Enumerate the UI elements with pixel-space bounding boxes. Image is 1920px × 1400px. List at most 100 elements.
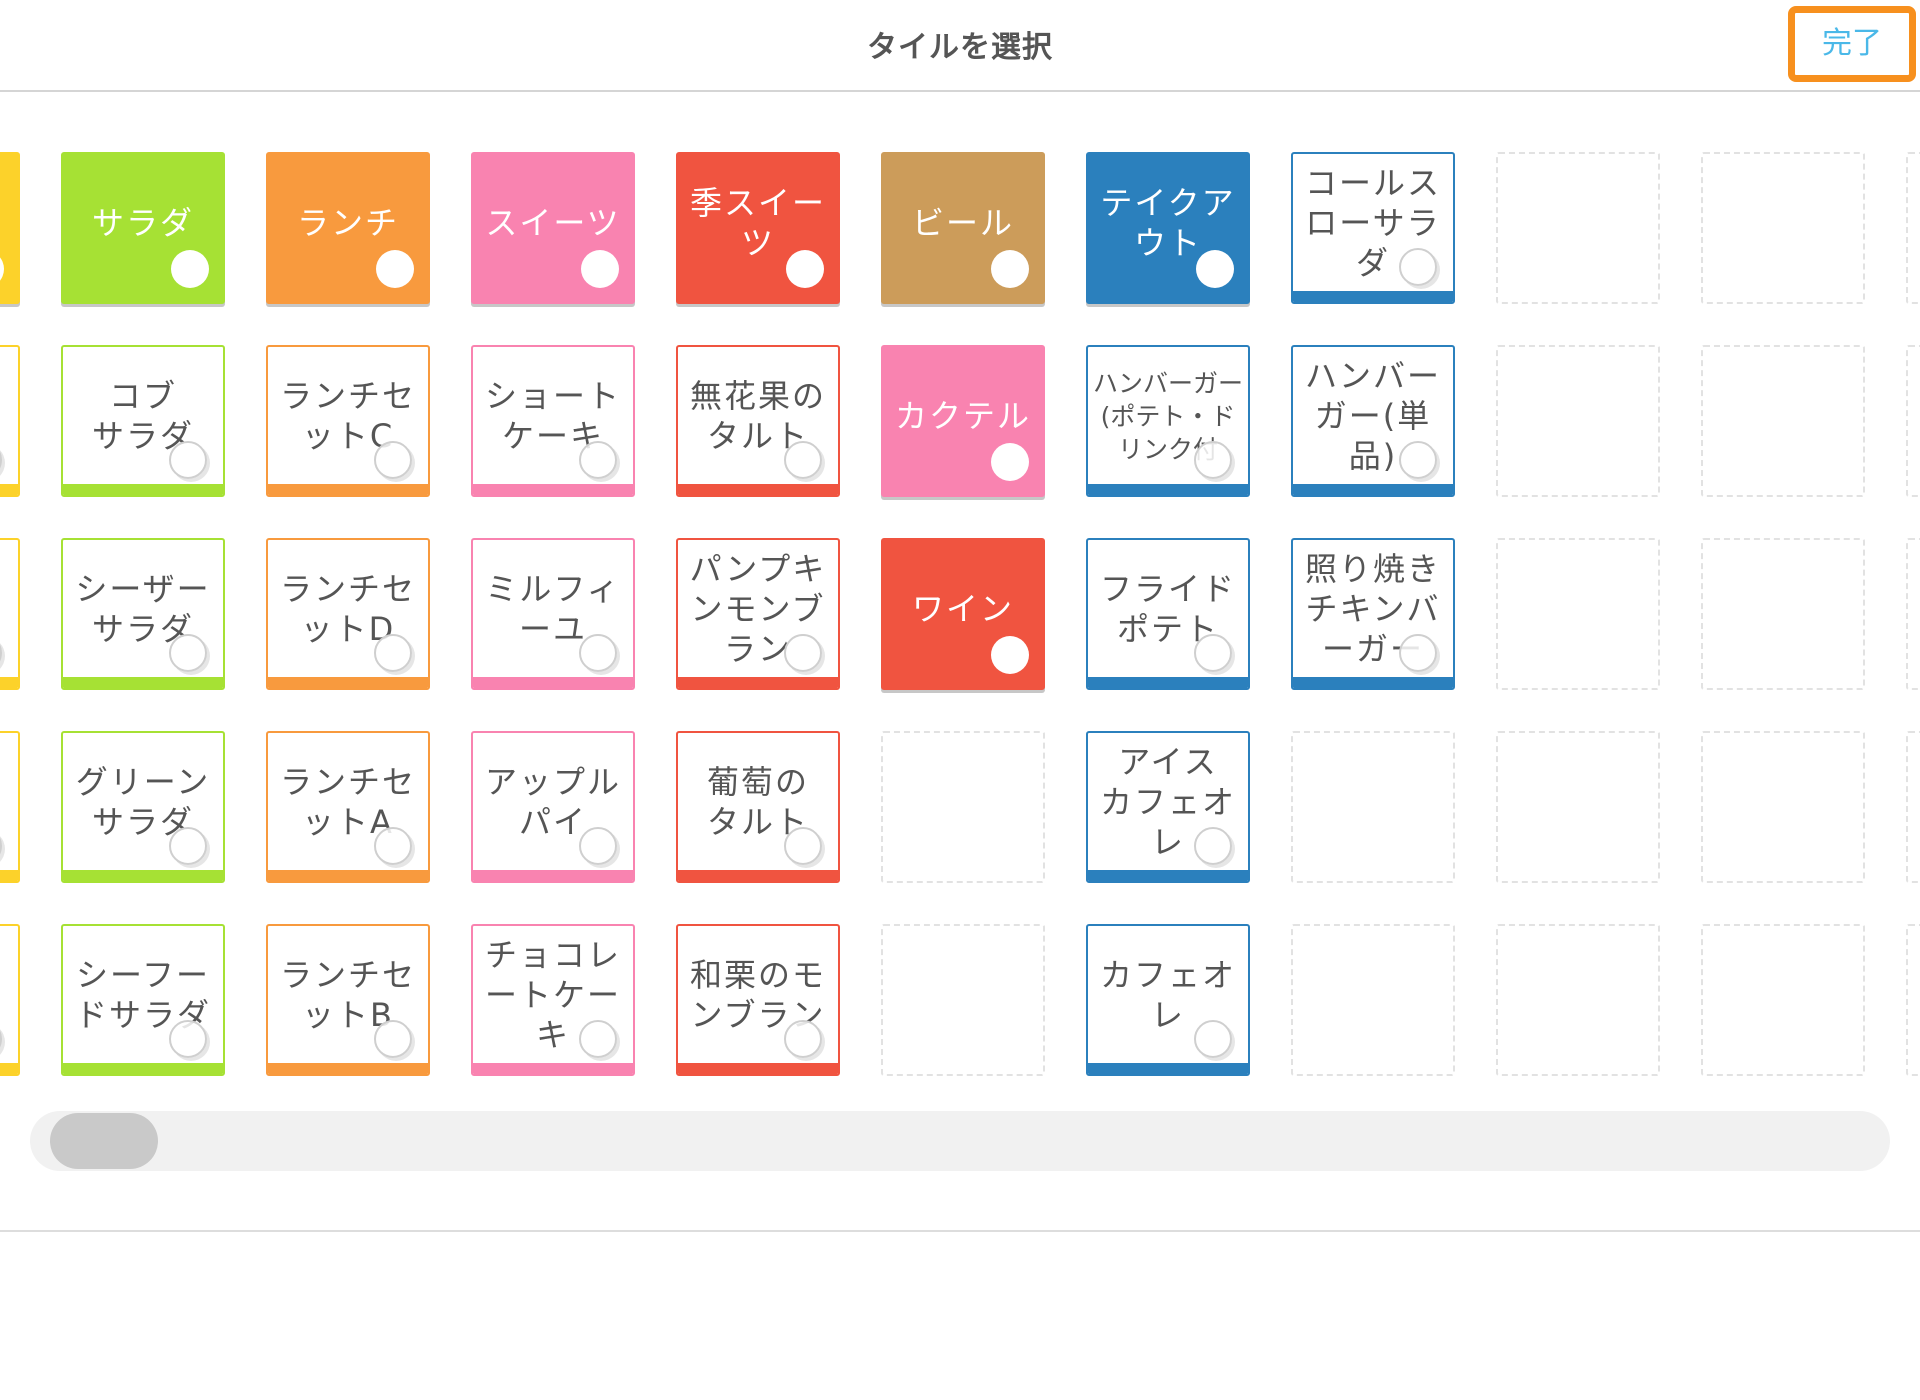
tile-color-bar [0,484,18,495]
empty-tile-slot[interactable] [1701,345,1865,497]
select-checkbox[interactable] [374,1020,412,1058]
tile-color-bar [1293,484,1453,495]
item-tile[interactable]: ハンバー ガー(単品) [1291,345,1455,497]
select-checkbox[interactable] [784,827,822,865]
select-checkbox[interactable] [169,827,207,865]
empty-tile-slot[interactable] [1906,731,1920,883]
select-checkbox[interactable] [1399,441,1437,479]
empty-tile-slot[interactable] [1496,152,1660,304]
item-tile[interactable]: シーフー ドサラダ [61,924,225,1076]
tile-color-bar [0,1063,18,1074]
select-checkbox[interactable] [169,1020,207,1058]
item-tile[interactable]: 和栗のモ ンブラン [676,924,840,1076]
select-checkbox[interactable] [374,441,412,479]
select-checkbox[interactable] [1194,441,1232,479]
item-tile[interactable]: カフェオ レ [1086,924,1250,1076]
empty-tile-slot[interactable] [1906,924,1920,1076]
empty-tile-slot[interactable] [1906,345,1920,497]
select-checkbox[interactable] [1194,634,1232,672]
select-checkbox[interactable] [579,1020,617,1058]
empty-tile-slot[interactable] [1906,538,1920,690]
item-tile[interactable]: コブ サラダ [61,345,225,497]
tile-grid[interactable]: サラダコブ サラダ シーザー サラダ グリーン サラダ シーフー ドサラダ ランチランチ… [0,93,1920,1083]
tile-color-bar [678,484,838,495]
header-bar: タイルを選択 完了 [0,0,1920,92]
category-tile[interactable]: サラダ [61,152,225,304]
empty-tile-slot[interactable] [1701,152,1865,304]
item-tile[interactable]: ランチセ ットA [266,731,430,883]
tile-color-bar [1088,677,1248,688]
empty-tile-slot[interactable] [1496,731,1660,883]
item-tile[interactable]: アイス カフェオ レ [1086,731,1250,883]
item-tile[interactable]: 照り焼き チキンバ ーガー [1291,538,1455,690]
select-checkbox[interactable] [991,636,1029,674]
empty-tile-slot[interactable] [1496,538,1660,690]
item-tile[interactable]: コールス ローサラ ダ [1291,152,1455,304]
select-checkbox[interactable] [784,634,822,672]
empty-tile-slot[interactable] [1701,924,1865,1076]
select-checkbox[interactable] [171,250,209,288]
empty-tile-slot[interactable] [1291,731,1455,883]
category-tile[interactable]: ビール [881,152,1045,304]
select-checkbox[interactable] [1194,1020,1232,1058]
item-tile[interactable]: アップル パイ [471,731,635,883]
item-tile[interactable]: ショート ケーキ [471,345,635,497]
item-tile[interactable]: ランチセ ットD [266,538,430,690]
select-checkbox[interactable] [784,441,822,479]
item-tile[interactable] [0,345,20,497]
item-tile[interactable]: ランチセ ットB [266,924,430,1076]
item-tile[interactable]: グリーン サラダ [61,731,225,883]
tile-color-bar [268,870,428,881]
category-tile[interactable]: ランチ [266,152,430,304]
empty-tile-slot[interactable] [1291,924,1455,1076]
empty-tile-slot[interactable] [1496,924,1660,1076]
select-checkbox[interactable] [1194,827,1232,865]
item-tile[interactable]: ランチセ ットC [266,345,430,497]
empty-tile-slot[interactable] [1701,731,1865,883]
item-tile[interactable]: フライド ポテト [1086,538,1250,690]
item-tile[interactable] [0,731,20,883]
select-checkbox[interactable] [376,250,414,288]
select-checkbox[interactable] [786,250,824,288]
category-tile[interactable] [0,152,20,304]
select-checkbox[interactable] [1196,250,1234,288]
select-checkbox[interactable] [991,443,1029,481]
category-tile[interactable]: ワイン [881,538,1045,690]
select-checkbox[interactable] [1399,634,1437,672]
empty-tile-slot[interactable] [881,731,1045,883]
select-checkbox[interactable] [374,634,412,672]
select-checkbox[interactable] [784,1020,822,1058]
empty-tile-slot[interactable] [1496,345,1660,497]
empty-tile-slot[interactable] [1701,538,1865,690]
category-tile[interactable]: テイクア ウト [1086,152,1250,304]
select-checkbox[interactable] [374,827,412,865]
done-button[interactable]: 完了 [1788,6,1916,82]
select-checkbox[interactable] [579,827,617,865]
item-tile[interactable] [0,924,20,1076]
empty-tile-slot[interactable] [881,924,1045,1076]
category-tile[interactable]: カクテル [881,345,1045,497]
select-checkbox[interactable] [579,441,617,479]
item-tile[interactable]: シーザー サラダ [61,538,225,690]
horizontal-scrollbar[interactable] [30,1111,1890,1171]
tile-color-bar [1088,870,1248,881]
select-checkbox[interactable] [169,634,207,672]
select-checkbox[interactable] [169,441,207,479]
item-tile[interactable]: パンプキ ンモンブ ラン [676,538,840,690]
item-tile[interactable]: ミルフィ ーユ [471,538,635,690]
empty-tile-slot[interactable] [1906,152,1920,304]
tile-color-bar [268,1063,428,1074]
item-tile[interactable]: 無花果の タルト [676,345,840,497]
category-tile[interactable]: 季スイー ツ [676,152,840,304]
item-tile[interactable]: 葡萄の タルト [676,731,840,883]
category-tile[interactable]: スイーツ [471,152,635,304]
select-checkbox[interactable] [1399,248,1437,286]
select-checkbox[interactable] [579,634,617,672]
item-tile[interactable]: ハンバーガー (ポテト・ド リンク付 [1086,345,1250,497]
tile-label [0,926,14,1064]
select-checkbox[interactable] [991,250,1029,288]
item-tile[interactable]: チョコレ ートケー キ [471,924,635,1076]
item-tile[interactable] [0,538,20,690]
select-checkbox[interactable] [581,250,619,288]
scrollbar-thumb[interactable] [50,1113,158,1169]
